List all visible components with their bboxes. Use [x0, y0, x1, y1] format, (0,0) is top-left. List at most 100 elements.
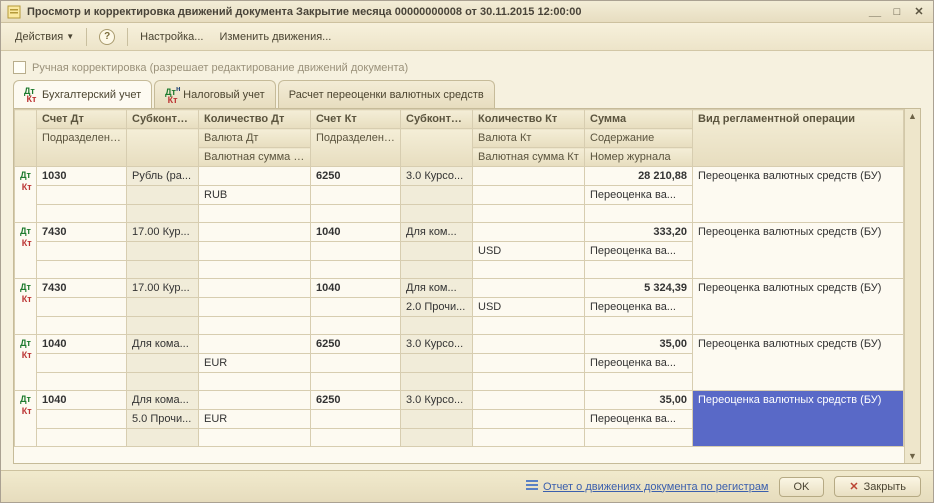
cell-dept-kt[interactable] — [311, 354, 401, 373]
cell-subk-kt-2[interactable] — [401, 410, 473, 429]
col-journal[interactable]: Номер журнала — [585, 148, 693, 167]
cell-dept-dt[interactable] — [37, 186, 127, 205]
cell-fxsum-dt[interactable] — [199, 373, 311, 391]
cell-cur-kt[interactable] — [473, 186, 585, 205]
cell-acct-kt[interactable]: 1040 — [311, 279, 401, 298]
col-qty-kt[interactable]: Количество Кт — [473, 110, 585, 129]
cell[interactable] — [401, 317, 473, 335]
col-fxsum-dt[interactable]: Валютная сумма Дт — [199, 148, 311, 167]
cell-cur-kt[interactable]: USD — [473, 242, 585, 261]
cell[interactable] — [401, 261, 473, 279]
cell-fxsum-dt[interactable] — [199, 261, 311, 279]
cell[interactable] — [37, 429, 127, 447]
cell-acct-kt[interactable]: 6250 — [311, 391, 401, 410]
cell[interactable] — [127, 261, 199, 279]
table-scroll[interactable]: Счет Дт СубконтоДт Количество Дт Счет Кт… — [14, 109, 904, 463]
cell-fxsum-dt[interactable] — [199, 429, 311, 447]
cell-operation[interactable]: Переоценка валютных средств (БУ) — [693, 279, 904, 335]
cell-dept-dt[interactable] — [37, 242, 127, 261]
cell-subk-dt[interactable]: Для кома... — [127, 391, 199, 410]
cell[interactable] — [311, 429, 401, 447]
cell-qty-dt[interactable] — [199, 391, 311, 410]
maximize-button[interactable]: □ — [889, 5, 905, 19]
cell-sum[interactable]: 35,00 — [585, 335, 693, 354]
cell[interactable] — [37, 317, 127, 335]
table-row[interactable]: Дт Кт743017.00 Кур...1040Для ком...5 324… — [15, 279, 904, 298]
col-acct-dt[interactable]: Счет Дт — [37, 110, 127, 129]
cell-acct-dt[interactable]: 1040 — [37, 335, 127, 354]
col-subk-kt[interactable]: СубконтоКт — [401, 110, 473, 129]
cell-operation[interactable]: Переоценка валютных средств (БУ) — [693, 223, 904, 279]
cell-content[interactable]: Переоценка ва... — [585, 354, 693, 373]
scroll-up-icon[interactable]: ▲ — [908, 111, 917, 121]
cell-subk-dt-2[interactable] — [127, 186, 199, 205]
col-acct-kt[interactable]: Счет Кт — [311, 110, 401, 129]
cell-qty-dt[interactable] — [199, 223, 311, 242]
cell-dept-dt[interactable] — [37, 354, 127, 373]
cell-acct-dt[interactable]: 7430 — [37, 223, 127, 242]
cell-acct-kt[interactable]: 1040 — [311, 223, 401, 242]
cell-qty-kt[interactable] — [473, 167, 585, 186]
table-row[interactable]: Дт Кт1040Для кома...62503.0 Курсо...35,0… — [15, 335, 904, 354]
actions-menu[interactable]: Действия ▼ — [9, 29, 80, 45]
cell-acct-dt[interactable]: 1030 — [37, 167, 127, 186]
cell-subk-kt[interactable]: Для ком... — [401, 223, 473, 242]
cell-subk-kt-2[interactable]: 2.0 Прочи... — [401, 298, 473, 317]
cell-subk-dt-2[interactable] — [127, 298, 199, 317]
cell[interactable] — [37, 205, 127, 223]
cell-acct-kt[interactable]: 6250 — [311, 167, 401, 186]
cell-dept-kt[interactable] — [311, 186, 401, 205]
cell-journal[interactable] — [585, 373, 693, 391]
cell-qty-kt[interactable] — [473, 391, 585, 410]
cell-cur-dt[interactable]: RUB — [199, 186, 311, 205]
cell-subk-dt-2[interactable] — [127, 354, 199, 373]
cell[interactable] — [127, 429, 199, 447]
cell-subk-kt[interactable]: 3.0 Курсо... — [401, 391, 473, 410]
col-icon[interactable] — [15, 110, 37, 167]
tab-fx[interactable]: Расчет переоценки валютных средств — [278, 80, 495, 108]
cell-subk-kt[interactable]: 3.0 Курсо... — [401, 335, 473, 354]
cell-content[interactable]: Переоценка ва... — [585, 410, 693, 429]
cell[interactable] — [311, 373, 401, 391]
cell-qty-dt[interactable] — [199, 279, 311, 298]
cell[interactable] — [311, 317, 401, 335]
cell-cur-dt[interactable]: EUR — [199, 354, 311, 373]
cell-qty-dt[interactable] — [199, 167, 311, 186]
cell[interactable] — [401, 205, 473, 223]
cell-dept-dt[interactable] — [37, 298, 127, 317]
cell-subk-dt[interactable]: 17.00 Кур... — [127, 279, 199, 298]
cell-fxsum-dt[interactable] — [199, 205, 311, 223]
cell-fxsum-dt[interactable] — [199, 317, 311, 335]
cell-content[interactable]: Переоценка ва... — [585, 298, 693, 317]
cell-subk-dt-2[interactable] — [127, 242, 199, 261]
cell-fxsum-kt[interactable] — [473, 429, 585, 447]
cell-subk-dt[interactable]: Для кома... — [127, 335, 199, 354]
cell-acct-dt[interactable]: 7430 — [37, 279, 127, 298]
cell-operation[interactable]: Переоценка валютных средств (БУ) — [693, 335, 904, 391]
close-window-button[interactable]: ✕ — [911, 5, 927, 19]
cell-subk-kt[interactable]: 3.0 Курсо... — [401, 167, 473, 186]
cell-dept-kt[interactable] — [311, 242, 401, 261]
col-dept-dt[interactable]: Подразделение Дт — [37, 129, 127, 167]
cell-subk-kt-2[interactable] — [401, 186, 473, 205]
cell-subk-kt-2[interactable] — [401, 354, 473, 373]
scroll-down-icon[interactable]: ▼ — [908, 451, 917, 461]
cell-operation[interactable]: Переоценка валютных средств (БУ) — [693, 167, 904, 223]
cell-cur-kt[interactable]: USD — [473, 298, 585, 317]
col-cur-dt[interactable]: Валюта Дт — [199, 129, 311, 148]
cell-qty-kt[interactable] — [473, 279, 585, 298]
cell-journal[interactable] — [585, 317, 693, 335]
cell-subk-kt-2[interactable] — [401, 242, 473, 261]
cell[interactable] — [401, 429, 473, 447]
cell[interactable] — [311, 205, 401, 223]
cell-fxsum-kt[interactable] — [473, 373, 585, 391]
cell-content[interactable]: Переоценка ва... — [585, 186, 693, 205]
col-sum[interactable]: Сумма — [585, 110, 693, 129]
cell-operation[interactable]: Переоценка валютных средств (БУ) — [693, 391, 904, 447]
table-row[interactable]: Дт Кт743017.00 Кур...1040Для ком...333,2… — [15, 223, 904, 242]
col-content[interactable]: Содержание — [585, 129, 693, 148]
cell[interactable] — [37, 373, 127, 391]
ok-button[interactable]: OK — [779, 477, 825, 497]
cell-sum[interactable]: 35,00 — [585, 391, 693, 410]
col-fxsum-kt[interactable]: Валютная сумма Кт — [473, 148, 585, 167]
